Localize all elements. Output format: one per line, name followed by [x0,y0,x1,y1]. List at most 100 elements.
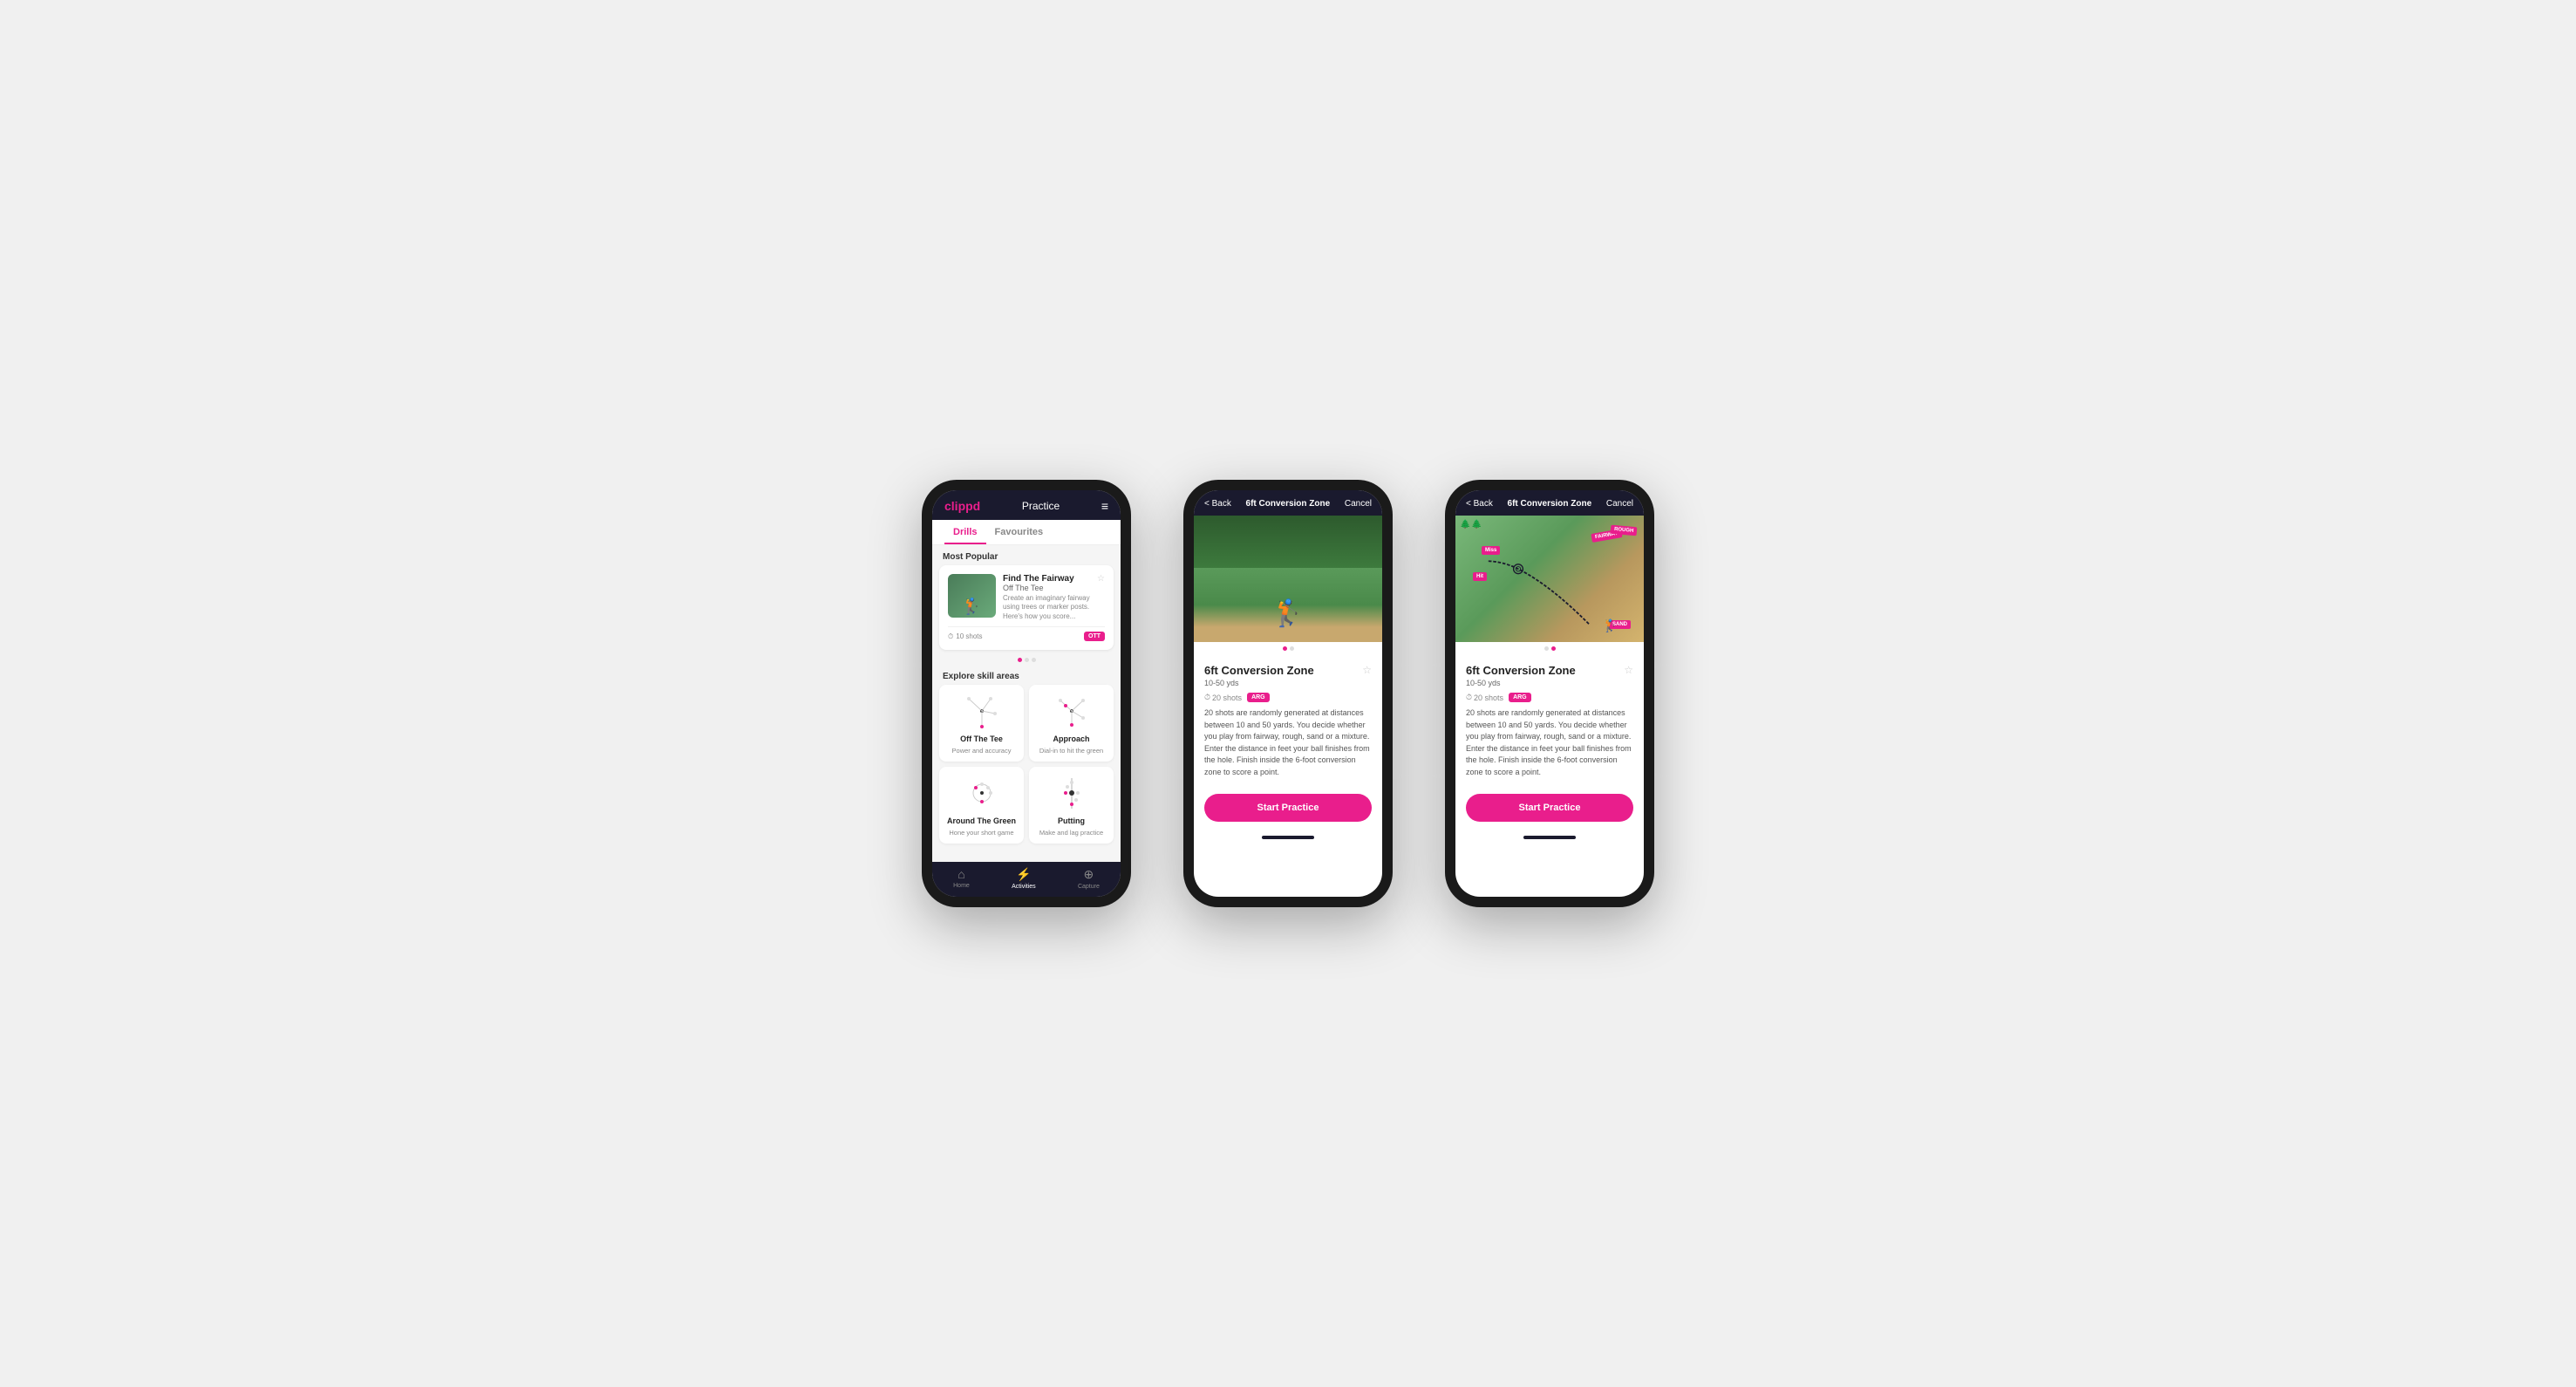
tree-icon-2: 🌲 [1471,520,1482,530]
header-title: Practice [1022,500,1060,512]
arg-badge: ARG [1247,693,1270,702]
putting-icon [1050,774,1094,813]
image-dots [1194,642,1382,655]
capture-label: Capture [1078,884,1100,890]
skill-around-green[interactable]: Around The Green Hone your short game [939,767,1024,844]
image-dots-3 [1455,642,1644,655]
featured-drill-card[interactable]: 🏌 ☆ Find The Fairway Off The Tee Create … [939,565,1114,650]
home-label: Home [953,883,970,889]
skill-label-ott: Off The Tee [960,734,1003,743]
drill-range: 10-50 yds [1204,679,1314,687]
capture-icon: ⊕ [1084,867,1094,882]
favourite-star[interactable]: ☆ [1097,574,1105,584]
header-drill-title-3: 6ft Conversion Zone [1508,499,1592,509]
card-inner: 🏌 ☆ Find The Fairway Off The Tee Create … [948,574,1105,621]
back-button-3[interactable]: < Back [1466,499,1493,509]
clock-icon: ⏱ [948,632,953,641]
most-popular-label: Most Popular [932,545,1121,565]
explore-label: Explore skill areas [932,666,1121,685]
shots-count: ⏱ 20 shots [1204,693,1242,702]
skill-putting[interactable]: Putting Make and lag practice [1029,767,1114,844]
tabs-bar: Drills Favourites [932,520,1121,545]
drill-text: ☆ Find The Fairway Off The Tee Create an… [1003,574,1105,621]
drill-range-3: 10-50 yds [1466,679,1576,687]
drill-title-3: 6ft Conversion Zone [1466,664,1576,677]
start-practice-button[interactable]: Start Practice [1204,794,1372,822]
golfer-figure: 🏌 [1271,598,1304,629]
skill-areas-grid: Off The Tee Power and accuracy [932,685,1121,851]
phone-1: clippd Practice ≡ Drills Favourites Most… [922,480,1131,907]
favourite-star-3[interactable]: ☆ [1624,664,1633,676]
tab-drills[interactable]: Drills [944,520,986,544]
skill-label-putting: Putting [1058,816,1085,825]
phone-1-header: clippd Practice ≡ [932,490,1121,520]
drill-description: 20 shots are randomly generated at dista… [1204,707,1372,778]
phone-2: < Back 6ft Conversion Zone Cancel 🏌 6ft … [1183,480,1393,907]
drill-description: Create an imaginary fairway using trees … [1003,594,1105,621]
card-footer: ⏱ 10 shots OTT [948,626,1105,641]
drill-meta: ⏱ 20 shots ARG [1204,693,1372,702]
header-drill-title: 6ft Conversion Zone [1246,499,1331,509]
drill-meta-3: ⏱ 20 shots ARG [1466,693,1633,702]
activities-label: Activities [1012,884,1036,890]
cancel-button-3[interactable]: Cancel [1606,499,1633,509]
img-dot-2 [1290,646,1294,651]
drill-map: FAIRWAY ROUGH SAND Miss Hit 🏌 🌲 [1455,516,1644,642]
img-dot-3-1 [1544,646,1549,651]
off-the-tee-icon [960,692,1004,731]
skill-sub-atg: Hone your short game [949,829,1013,837]
phone-3: < Back 6ft Conversion Zone Cancel FAIRWA… [1445,480,1654,907]
shots-info: ⏱ 10 shots [948,632,983,641]
phone-2-screen: < Back 6ft Conversion Zone Cancel 🏌 6ft … [1194,490,1382,897]
home-icon: ⌂ [957,867,964,881]
approach-icon [1050,692,1094,731]
cancel-button[interactable]: Cancel [1345,499,1372,509]
img-dot-1 [1283,646,1287,651]
skill-label-approach: Approach [1053,734,1089,743]
around-green-icon [960,774,1004,813]
drill-photo: 🏌 [1194,516,1382,642]
arg-badge-3: ARG [1509,693,1531,702]
phones-container: clippd Practice ≡ Drills Favourites Most… [922,480,1654,907]
drill-title: Find The Fairway [1003,574,1105,584]
drill-description-3: 20 shots are randomly generated at dista… [1466,707,1633,778]
drill-subtitle: Off The Tee [1003,584,1105,592]
drill-info-3: 6ft Conversion Zone 10-50 yds ☆ ⏱ 20 sho… [1455,655,1644,787]
menu-icon[interactable]: ≡ [1101,499,1108,513]
ott-badge: OTT [1084,632,1105,641]
phone-3-screen: < Back 6ft Conversion Zone Cancel FAIRWA… [1455,490,1644,897]
start-practice-button-3[interactable]: Start Practice [1466,794,1633,822]
nav-capture[interactable]: ⊕ Capture [1078,867,1100,890]
shots-count-3: ⏱ 20 shots [1466,693,1503,702]
phone-1-screen: clippd Practice ≡ Drills Favourites Most… [932,490,1121,897]
img-dot-3-2 [1551,646,1556,651]
bottom-navigation: ⌂ Home ⚡ Activities ⊕ Capture [932,862,1121,897]
app-logo: clippd [944,499,980,513]
favourite-star-2[interactable]: ☆ [1362,664,1372,676]
drill-title: 6ft Conversion Zone [1204,664,1314,677]
golfer-on-map: 🏌 [1603,618,1618,633]
skill-label-atg: Around The Green [947,816,1016,825]
tab-favourites[interactable]: Favourites [986,520,1053,544]
home-indicator-3 [1523,836,1576,839]
skill-sub-ott: Power and accuracy [952,747,1012,755]
clock-icon-3: ⏱ [1466,693,1472,702]
drill-info: 6ft Conversion Zone 10-50 yds ☆ ⏱ 20 sho… [1194,655,1382,787]
skill-off-the-tee[interactable]: Off The Tee Power and accuracy [939,685,1024,762]
phone-2-header: < Back 6ft Conversion Zone Cancel [1194,490,1382,516]
home-indicator [1262,836,1314,839]
clock-icon-2: ⏱ [1204,693,1210,702]
back-button[interactable]: < Back [1204,499,1231,509]
dot-2 [1025,658,1029,662]
nav-home[interactable]: ⌂ Home [953,867,970,890]
skill-sub-putting: Make and lag practice [1039,829,1103,837]
drills-content: Most Popular 🏌 ☆ Find The Fairway Off Th… [932,545,1121,862]
nav-activities[interactable]: ⚡ Activities [1012,867,1036,890]
skill-approach[interactable]: Approach Dial-in to hit the green [1029,685,1114,762]
dot-3 [1032,658,1036,662]
phone-3-header: < Back 6ft Conversion Zone Cancel [1455,490,1644,516]
trees-background [1194,516,1382,568]
activities-icon: ⚡ [1016,867,1031,882]
skill-sub-approach: Dial-in to hit the green [1039,747,1103,755]
dot-1 [1018,658,1022,662]
